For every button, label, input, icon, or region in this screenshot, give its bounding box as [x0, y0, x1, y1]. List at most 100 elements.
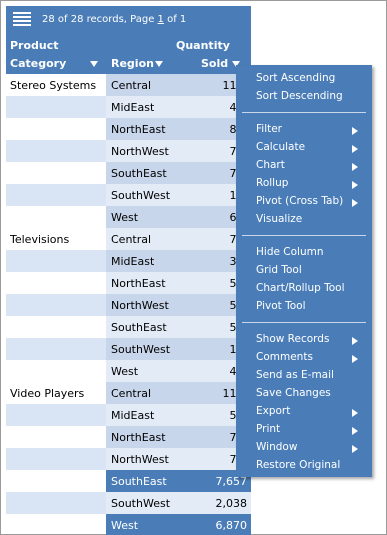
submenu-arrow-icon	[352, 427, 358, 435]
menu-item-label: Grid Tool	[256, 264, 302, 276]
table-row: MidEast5,0	[6, 404, 251, 426]
region-cell: SouthWest	[106, 338, 184, 360]
menu-icon[interactable]	[13, 12, 31, 26]
menu-item-label: Print	[256, 423, 281, 435]
menu-item-label: Calculate	[256, 141, 306, 153]
menu-item-sort-ascending[interactable]: Sort Ascending	[236, 70, 372, 88]
table-row: NorthEast8,7	[6, 118, 251, 140]
menu-item-visualize[interactable]: Visualize	[236, 211, 372, 229]
category-cell	[6, 140, 106, 162]
quantity-cell: 2,038	[184, 492, 251, 514]
menu-item-grid-tool[interactable]: Grid Tool	[236, 262, 372, 280]
table-row: MidEast3,2	[6, 250, 251, 272]
table-row: SouthEast5,0	[6, 316, 251, 338]
menu-item-restore-original[interactable]: Restore Original	[236, 457, 372, 475]
menu-item-label: Pivot Tool	[256, 300, 306, 312]
category-cell	[6, 338, 106, 360]
category-cell	[6, 294, 106, 316]
quantity-cell: 6,870	[184, 514, 251, 535]
submenu-arrow-icon	[352, 181, 358, 189]
region-cell: Central	[106, 74, 184, 96]
table-row: NorthWest5,0	[6, 294, 251, 316]
category-cell: Video Players	[10, 387, 85, 400]
region-cell: NorthEast	[106, 118, 184, 140]
column-headers: Product Category Region Quantity Sold	[6, 34, 251, 74]
category-cell	[6, 426, 106, 448]
region-cell: West	[106, 360, 184, 382]
region-cell: SouthEast	[106, 316, 184, 338]
region-cell: MidEast	[106, 404, 184, 426]
page-of-text: of 1	[163, 14, 187, 25]
table-row: NorthEast7,8	[6, 426, 251, 448]
region-cell: SouthWest	[106, 492, 184, 514]
menu-item-label: Hide Column	[256, 246, 324, 258]
menu-item-label: Sort Ascending	[256, 72, 336, 84]
menu-item-calculate[interactable]: Calculate	[236, 139, 372, 157]
table-row: TelevisionsCentral7,4	[6, 228, 251, 250]
region-sort-arrow-icon[interactable]	[155, 61, 163, 67]
region-cell: SouthEast	[106, 162, 184, 184]
category-cell	[6, 250, 106, 272]
menu-item-save-changes[interactable]: Save Changes	[236, 385, 372, 403]
menu-item-label: Show Records	[256, 333, 330, 345]
region-cell: MidEast	[106, 250, 184, 272]
region-cell: NorthEast	[106, 272, 184, 294]
menu-item-label: Export	[256, 405, 291, 417]
menu-item-window[interactable]: Window	[236, 439, 372, 457]
category-cell	[6, 184, 106, 206]
menu-item-show-records[interactable]: Show Records	[236, 331, 372, 349]
menu-item-pivot[interactable]: Pivot (Cross Tab)	[236, 193, 372, 211]
category-cell	[6, 360, 106, 382]
menu-item-hide-column[interactable]: Hide Column	[236, 244, 372, 262]
submenu-arrow-icon	[352, 445, 358, 453]
region-header[interactable]: Region	[111, 57, 154, 70]
menu-item-pivot-tool[interactable]: Pivot Tool	[236, 298, 372, 316]
menu-item-print[interactable]: Print	[236, 421, 372, 439]
menu-item-label: Send as E-mail	[256, 369, 334, 381]
submenu-arrow-icon	[352, 127, 358, 135]
category-cell	[6, 470, 106, 492]
product-header-line2[interactable]: Category	[10, 57, 66, 70]
table-row: NorthEast5,5	[6, 272, 251, 294]
table-row: SouthEast 7,657	[6, 470, 251, 492]
menu-item-sort-descending[interactable]: Sort Descending	[236, 88, 372, 106]
submenu-arrow-icon	[352, 355, 358, 363]
product-sort-arrow-icon[interactable]	[90, 61, 98, 67]
table-row: West6,6	[6, 206, 251, 228]
category-cell	[6, 206, 106, 228]
menu-item-label: Chart/Rollup Tool	[256, 282, 345, 294]
table-row: West4,3	[6, 360, 251, 382]
menu-item-send-email[interactable]: Send as E-mail	[236, 367, 372, 385]
menu-item-rollup[interactable]: Rollup	[236, 175, 372, 193]
table-row: Stereo Systems Central 11,1	[6, 74, 251, 96]
region-cell: MidEast	[106, 96, 184, 118]
quantity-header-line2[interactable]: Sold	[201, 57, 228, 70]
menu-item-comments[interactable]: Comments	[236, 349, 372, 367]
category-cell: Televisions	[10, 233, 70, 246]
report-window: 28 of 28 records, Page 1 of 1 Product Ca…	[0, 0, 387, 535]
region-cell: Central	[106, 228, 184, 250]
quantity-header-line1: Quantity	[176, 39, 230, 52]
column-context-menu: Sort Ascending Sort Descending Filter Ca…	[236, 65, 372, 477]
records-status: 28 of 28 records, Page 1 of 1	[42, 14, 186, 25]
menu-item-label: Comments	[256, 351, 313, 363]
menu-item-label: Save Changes	[256, 387, 331, 399]
submenu-arrow-icon	[352, 163, 358, 171]
category-cell	[6, 118, 106, 140]
region-cell: Central	[106, 382, 184, 404]
menu-item-chart-rollup-tool[interactable]: Chart/Rollup Tool	[236, 280, 372, 298]
menu-item-label: Restore Original	[256, 459, 341, 471]
region-cell: NorthWest	[106, 140, 184, 162]
table-row: NorthWest7,8	[6, 448, 251, 470]
table-row: SouthWest1,2	[6, 338, 251, 360]
menu-item-chart[interactable]: Chart	[236, 157, 372, 175]
menu-separator	[242, 235, 366, 236]
region-cell: SouthWest	[106, 184, 184, 206]
menu-separator	[242, 322, 366, 323]
table-row: NorthWest7,2	[6, 140, 251, 162]
menu-item-export[interactable]: Export	[236, 403, 372, 421]
records-text: 28 of 28 records, Page	[42, 14, 158, 25]
menu-item-label: Filter	[256, 123, 283, 135]
menu-item-filter[interactable]: Filter	[236, 121, 372, 139]
submenu-arrow-icon	[352, 409, 358, 417]
